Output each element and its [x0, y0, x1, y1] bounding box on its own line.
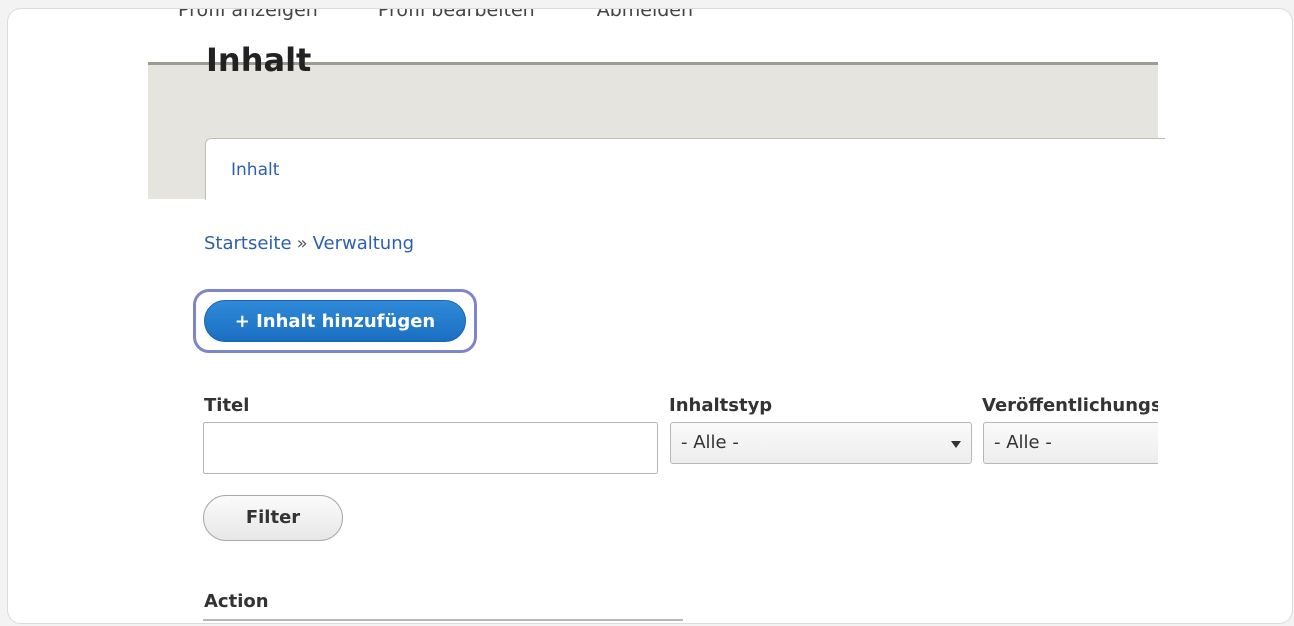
chevron-down-icon	[951, 441, 961, 448]
tab-inhalt[interactable]: Inhalt	[205, 138, 1165, 200]
action-label: Action	[204, 591, 269, 612]
publish-filter-label: Veröffentlichungsstatus	[982, 395, 1158, 416]
breadcrumb-home[interactable]: Startseite	[204, 233, 292, 254]
type-filter-value: - Alle -	[681, 432, 739, 453]
tab-inhalt-label[interactable]: Inhalt	[231, 160, 279, 180]
title-filter-label: Titel	[204, 395, 250, 416]
add-content-button[interactable]: + Inhalt hinzufügen	[204, 300, 466, 342]
breadcrumb-verwaltung[interactable]: Verwaltung	[313, 233, 414, 254]
publish-filter-value: - Alle -	[994, 432, 1052, 453]
publish-filter-select[interactable]: - Alle -	[983, 422, 1158, 464]
page-title: Inhalt	[206, 41, 312, 79]
profile-edit-link[interactable]: Profil bearbeiten	[378, 9, 535, 49]
action-select-edge[interactable]	[203, 619, 683, 621]
breadcrumb-separator: »	[296, 233, 308, 254]
page-header: Inhalt Inhalt	[148, 44, 1165, 200]
type-filter-label: Inhaltstyp	[669, 395, 773, 416]
breadcrumb: Startseite» Verwaltung	[204, 233, 414, 254]
add-content-focus-ring: + Inhalt hinzufügen	[193, 289, 477, 353]
logout-link[interactable]: Abmelden	[597, 9, 693, 49]
title-filter-input[interactable]	[203, 422, 658, 474]
filter-button[interactable]: Filter	[203, 495, 343, 541]
type-filter-select[interactable]: - Alle -	[670, 422, 972, 464]
page-card: Profil anzeigen Profil bearbeiten Abmeld…	[7, 8, 1293, 624]
